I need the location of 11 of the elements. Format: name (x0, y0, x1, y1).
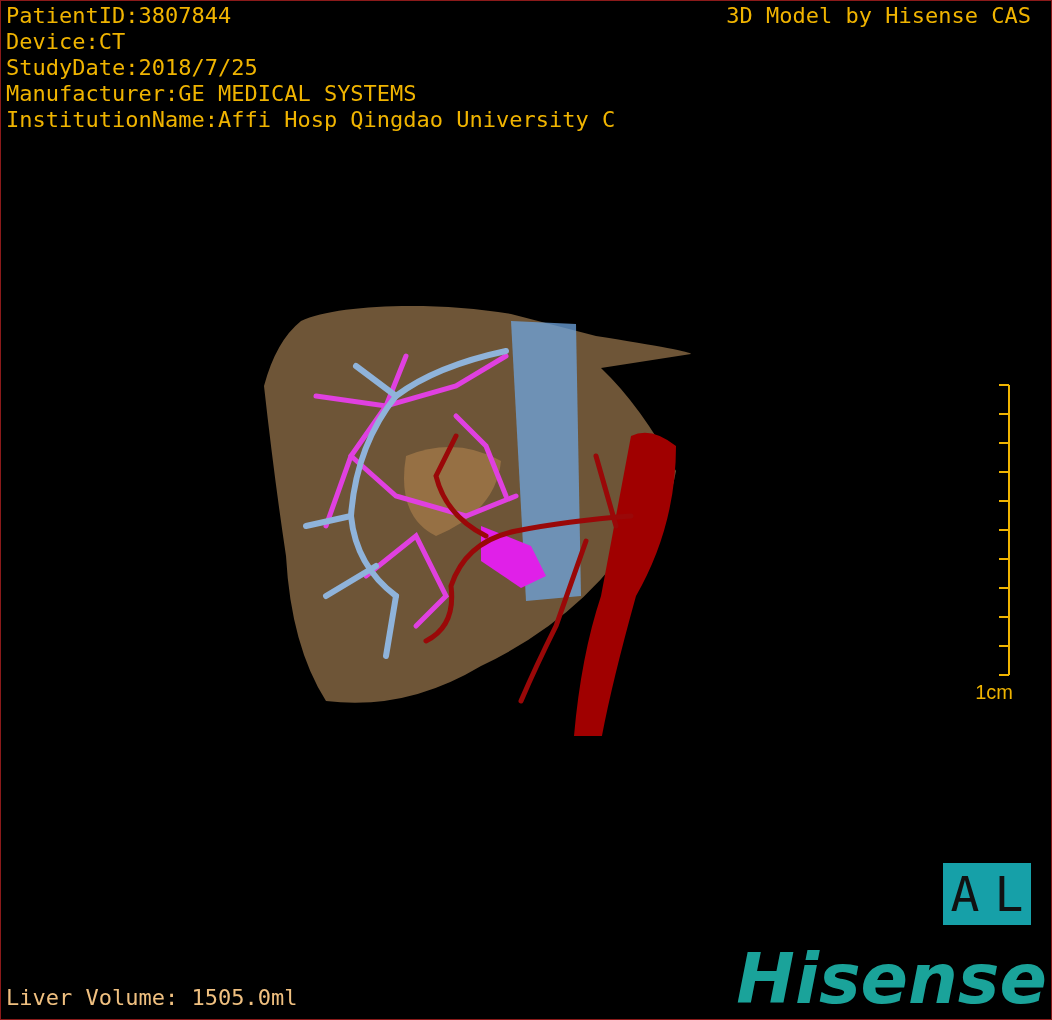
orientation-letter: L (994, 870, 1024, 918)
scale-label: 1cm (975, 681, 1013, 704)
orientation-letter: A (950, 870, 980, 918)
info-text: StudyDate:2018/7/25 (6, 55, 259, 81)
brand-logo: Hisense (736, 943, 1048, 1015)
info-text: Manufacturer:GE MEDICAL SYSTEMS (6, 81, 418, 107)
info-text: PatientID:3807844 (6, 3, 233, 29)
info-text: InstitutionName:Affi Hosp Qingdao University C (6, 107, 616, 133)
info-text: Device:CT (6, 29, 127, 55)
liver-volume-text: Liver Volume: 1505.0ml (6, 985, 298, 1011)
credit-text: 3D Model by Hisense CAS (726, 3, 1031, 30)
